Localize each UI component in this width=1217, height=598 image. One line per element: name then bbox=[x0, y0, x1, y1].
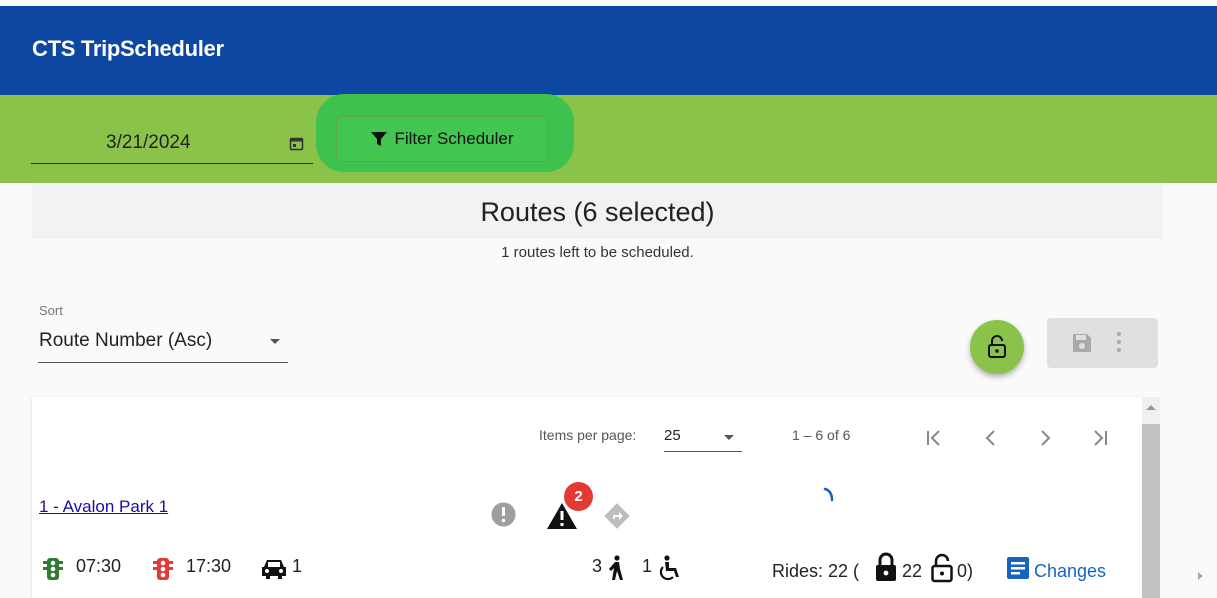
save-menu-button[interactable] bbox=[1047, 318, 1158, 368]
car-icon bbox=[262, 560, 286, 579]
chevron-right-icon bbox=[1041, 430, 1051, 446]
traffic-light-end-icon bbox=[153, 558, 173, 580]
loading-spinner-icon bbox=[823, 487, 834, 502]
routes-header: Routes (6 selected) bbox=[32, 183, 1163, 239]
filter-icon bbox=[371, 132, 388, 146]
date-value: 3/21/2024 bbox=[106, 132, 191, 153]
walking-person-icon bbox=[609, 555, 623, 580]
last-page-button[interactable] bbox=[1086, 424, 1114, 452]
notes-icon[interactable] bbox=[1006, 556, 1030, 580]
first-page-button[interactable] bbox=[920, 424, 948, 452]
lock-open-icon bbox=[931, 553, 953, 583]
items-per-page-label: Items per page: bbox=[539, 427, 637, 443]
start-time: 07:30 bbox=[76, 556, 122, 576]
chevron-left-icon bbox=[985, 430, 995, 446]
last-page-icon bbox=[1094, 430, 1107, 446]
ambulatory-count: 3 bbox=[592, 556, 603, 576]
sort-label: Sort bbox=[39, 303, 63, 318]
items-per-page-value: 25 bbox=[664, 427, 681, 444]
warning-count-badge: 2 bbox=[564, 482, 593, 511]
save-icon[interactable] bbox=[1071, 332, 1093, 354]
alert-circle-icon[interactable] bbox=[491, 502, 516, 527]
changes-link[interactable]: Changes bbox=[1034, 561, 1106, 582]
scroll-right-icon[interactable] bbox=[1198, 572, 1203, 580]
locked-count: 22 bbox=[902, 561, 923, 581]
sort-value: Route Number (Asc) bbox=[39, 330, 213, 351]
route-link[interactable]: 1 - Avalon Park 1 bbox=[39, 497, 168, 517]
lock-closed-icon bbox=[876, 552, 896, 581]
first-page-icon bbox=[927, 430, 940, 446]
pagination-range: 1 – 6 of 6 bbox=[792, 427, 851, 443]
directions-icon[interactable] bbox=[604, 503, 630, 529]
items-per-page-select[interactable]: 25 bbox=[664, 424, 742, 452]
chevron-down-icon bbox=[270, 339, 280, 344]
traffic-light-start-icon bbox=[43, 558, 63, 580]
sort-select[interactable]: Route Number (Asc) bbox=[38, 326, 288, 363]
routes-title: Routes (6 selected) bbox=[480, 197, 715, 227]
unlocked-count: 0) bbox=[957, 561, 974, 581]
rides-prefix: Rides: 22 ( bbox=[772, 561, 860, 581]
date-field[interactable]: 3/21/2024 bbox=[31, 118, 313, 164]
app-header: CTS TripScheduler bbox=[0, 0, 1217, 95]
wheelchair-icon bbox=[659, 555, 679, 581]
scroll-up-icon[interactable] bbox=[1146, 405, 1156, 410]
unlock-all-button[interactable] bbox=[970, 320, 1024, 374]
next-page-button[interactable] bbox=[1031, 424, 1059, 452]
lock-open-icon bbox=[988, 335, 1006, 358]
wheelchair-count: 1 bbox=[642, 556, 653, 576]
previous-page-button[interactable] bbox=[977, 424, 1005, 452]
more-vert-icon[interactable] bbox=[1117, 332, 1121, 356]
calendar-icon[interactable] bbox=[289, 136, 304, 151]
routes-subtitle: 1 routes left to be scheduled. bbox=[501, 244, 694, 261]
filter-scheduler-button[interactable]: Filter Scheduler bbox=[336, 116, 548, 162]
app-title: CTS TripScheduler bbox=[32, 36, 224, 61]
header-top-strip bbox=[0, 0, 1217, 6]
scrollbar-thumb[interactable] bbox=[1142, 424, 1160, 598]
chevron-down-icon bbox=[724, 435, 734, 440]
vehicle-count: 1 bbox=[292, 556, 303, 576]
end-time: 17:30 bbox=[186, 556, 232, 576]
filter-scheduler-label: Filter Scheduler bbox=[394, 129, 514, 148]
